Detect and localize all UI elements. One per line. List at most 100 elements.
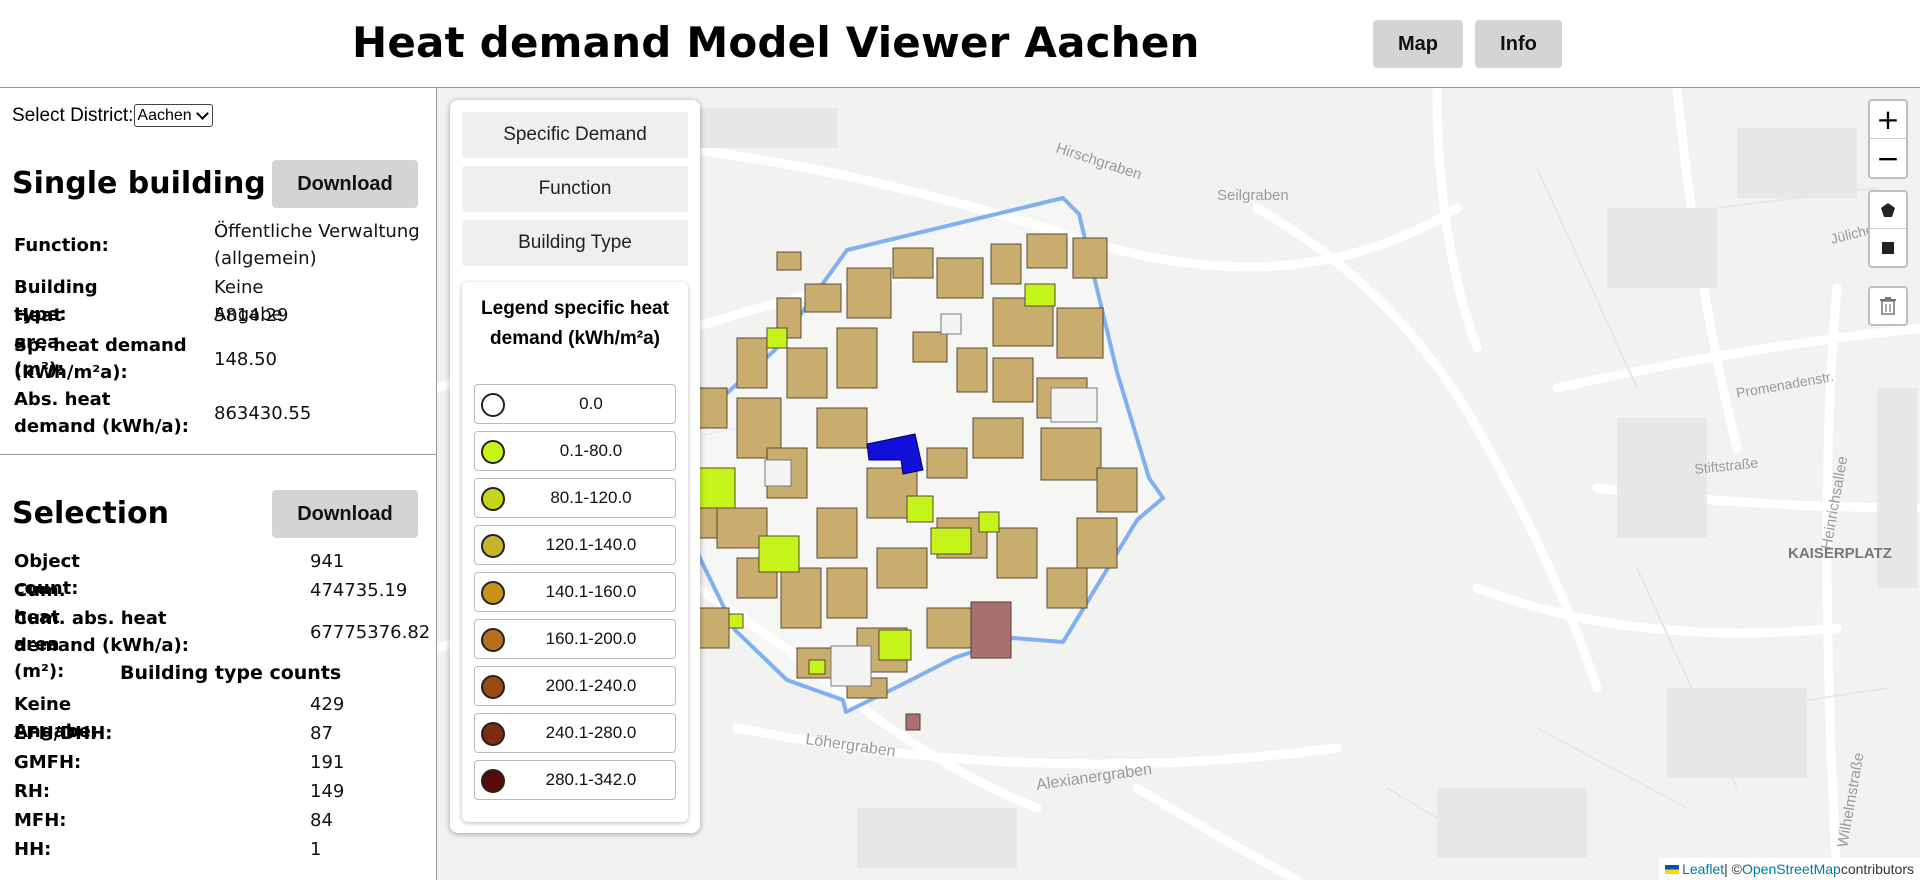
building: [836, 327, 878, 389]
count-value: 429: [310, 694, 345, 715]
ukraine-flag-icon: [1665, 864, 1680, 874]
legend: Legend specific heat demand (kWh/m²a) 0.…: [462, 282, 688, 822]
legend-title: Legend specific heat demand (kWh/m²a): [481, 298, 669, 349]
single-building-title: Single building: [12, 166, 266, 201]
selection-title: Selection: [12, 496, 169, 531]
cum-abs-heat-demand-value: 67775376.82: [310, 622, 431, 643]
delete-button[interactable]: [1868, 286, 1908, 326]
map-button[interactable]: Map: [1373, 20, 1463, 68]
building: [736, 337, 768, 389]
building: [698, 467, 736, 509]
legend-label: 0.1-80.0: [559, 441, 623, 460]
building: [1046, 567, 1088, 609]
count-value: 84: [310, 810, 333, 831]
building: [956, 347, 988, 393]
legend-swatch: [481, 769, 505, 793]
building: [992, 357, 1034, 403]
building: [906, 495, 934, 523]
building: [876, 547, 928, 589]
legend-item: 140.1-160.0: [474, 572, 676, 612]
leaflet-link[interactable]: Leaflet: [1682, 861, 1724, 877]
abs-heat-demand-key: Abs. heat demand (kWh/a):: [14, 389, 189, 437]
sidebar: Select District: Aachen Single building …: [0, 88, 437, 880]
building: [808, 659, 826, 675]
chevron-down-icon: [195, 107, 209, 120]
place-label-kaiserplatz: KAISERPLATZ: [1788, 545, 1892, 562]
building: [1076, 517, 1118, 569]
building: [990, 243, 1022, 285]
draw-rectangle-button[interactable]: [1870, 229, 1906, 266]
district-label: Select District:: [12, 104, 134, 126]
legend-swatch: [481, 487, 505, 511]
building: [786, 347, 828, 399]
district-selector: Select District: Aachen: [12, 104, 213, 127]
building: [912, 331, 948, 363]
sp-heat-demand-value: 148.50: [214, 349, 277, 370]
zoom-out-button[interactable]: −: [1870, 139, 1906, 177]
building: [776, 251, 802, 271]
building: [972, 417, 1024, 459]
legend-swatch: [481, 534, 505, 558]
legend-label: 140.1-160.0: [545, 582, 637, 601]
building: [892, 247, 934, 279]
district-select[interactable]: Aachen: [134, 104, 213, 127]
street-label-hirschgraben: Hirschgraben: [1054, 140, 1144, 184]
building-type-counts-title: Building type counts: [120, 662, 342, 684]
building: [878, 629, 912, 661]
high-demand-building[interactable]: [970, 601, 1012, 659]
street-label-loehergraben: Löhergraben: [804, 731, 896, 760]
layer-panel: Specific Demand Function Building Type L…: [450, 100, 700, 833]
count-key: HH:: [14, 839, 52, 860]
draw-polygon-button[interactable]: [1870, 192, 1906, 229]
building: [780, 567, 822, 629]
info-button[interactable]: Info: [1475, 20, 1562, 68]
legend-label: 120.1-140.0: [545, 535, 637, 554]
legend-swatch: [481, 393, 505, 417]
zoom-in-button[interactable]: +: [1870, 101, 1906, 139]
building: [1040, 427, 1102, 481]
specific-demand-layer-button[interactable]: Specific Demand: [462, 112, 688, 158]
building: [758, 535, 800, 573]
high-demand-building[interactable]: [905, 713, 921, 731]
count-value: 191: [310, 752, 345, 773]
count-key: GMFH:: [14, 752, 82, 773]
legend-label: 280.1-342.0: [545, 770, 637, 789]
function-key: Function:: [14, 235, 109, 256]
legend-label: 0.0: [579, 394, 603, 413]
district-value: Aachen: [137, 106, 192, 124]
legend-swatch: [481, 675, 505, 699]
building-type-layer-button[interactable]: Building Type: [462, 220, 688, 266]
attribution-separator: | ©: [1724, 861, 1742, 877]
legend-swatch: [481, 628, 505, 652]
legend-swatch: [481, 581, 505, 605]
building: [978, 511, 1000, 533]
legend-item: 200.1-240.0: [474, 666, 676, 706]
building: [940, 313, 962, 335]
single-download-button[interactable]: Download: [272, 160, 418, 208]
building: [1072, 237, 1108, 279]
heat-area-value: 5814.29: [214, 305, 289, 326]
cum-abs-heat-demand-key: Cum. abs. heat demand (kWh/a):: [14, 608, 189, 656]
selection-download-button[interactable]: Download: [272, 490, 418, 538]
page-title: Heat demand Model Viewer Aachen: [352, 18, 1200, 67]
building: [996, 527, 1038, 579]
osm-link[interactable]: OpenStreetMap: [1742, 861, 1841, 877]
building: [764, 459, 792, 487]
building: [926, 607, 972, 649]
function-value: Öffentliche Verwaltung (allgemein): [214, 221, 420, 269]
zoom-control: + −: [1868, 99, 1908, 179]
app-header: Heat demand Model Viewer Aachen Map Info: [0, 0, 1920, 88]
building: [936, 257, 984, 299]
trash-icon: [1880, 297, 1896, 315]
building: [826, 567, 868, 619]
building: [728, 613, 744, 629]
legend-item: 0.1-80.0: [474, 431, 676, 471]
legend-label: 80.1-120.0: [550, 488, 632, 507]
building: [846, 267, 892, 319]
building: [816, 407, 868, 449]
function-layer-button[interactable]: Function: [462, 166, 688, 212]
count-value: 87: [310, 723, 333, 744]
building: [1096, 467, 1138, 513]
draw-toolbar: [1868, 190, 1908, 268]
legend-label: 200.1-240.0: [545, 676, 637, 695]
